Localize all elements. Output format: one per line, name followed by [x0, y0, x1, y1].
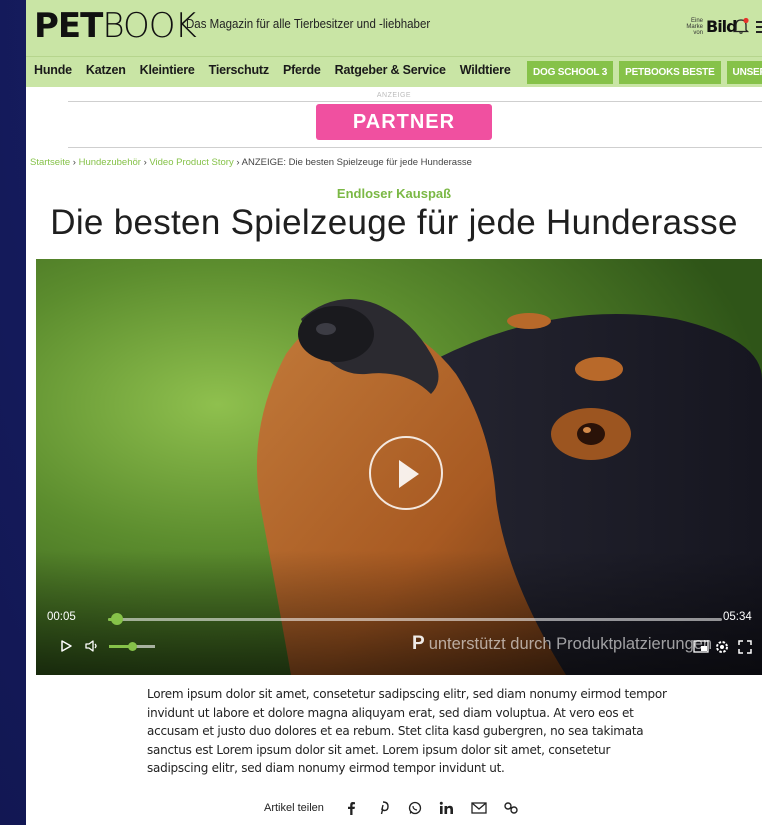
duration: 05:34 — [723, 611, 752, 623]
breadcrumb-video-product-story[interactable]: Video Product Story — [149, 157, 233, 168]
share-bar: Artikel teilen — [264, 800, 530, 816]
play-icon — [399, 460, 419, 488]
bell-icon[interactable] — [732, 17, 750, 35]
link-icon[interactable] — [498, 800, 524, 816]
facebook-icon[interactable] — [338, 800, 364, 816]
pill-petbooks-beste[interactable]: PETBOOKS BESTE — [619, 61, 721, 84]
current-time: 00:05 — [47, 611, 76, 623]
breadcrumb-separator: › — [72, 157, 76, 168]
ad-divider-top — [68, 101, 762, 102]
pill-dog-school[interactable]: DOG SCHOOL 3 — [527, 61, 614, 84]
settings-gear-icon[interactable] — [714, 639, 730, 655]
play-small-icon[interactable] — [59, 639, 73, 653]
nav-item-pferde[interactable]: Pferde — [283, 63, 321, 77]
nav-item-katzen[interactable]: Katzen — [86, 63, 126, 77]
nav-item-wildtiere[interactable]: Wildtiere — [460, 63, 511, 77]
brand-small-text: Eine Marke von — [686, 17, 703, 36]
share-label: Artikel teilen — [264, 802, 324, 814]
breadcrumb-hundezubehoer[interactable]: Hundezubehör — [79, 157, 141, 168]
partner-button[interactable]: PARTNER — [316, 104, 492, 140]
pinterest-icon[interactable] — [370, 800, 396, 816]
email-icon[interactable] — [466, 800, 492, 816]
breadcrumb-separator: › — [143, 157, 147, 168]
article-page: PETBOOK Das Magazin für alle Tierbesitze… — [26, 0, 762, 825]
bild-brand[interactable]: Eine Marke von Bild — [681, 17, 737, 36]
site-header: PETBOOK Das Magazin für alle Tierbesitze… — [26, 0, 762, 56]
menu-icon[interactable] — [756, 21, 762, 36]
ad-label: ANZEIGE — [376, 92, 412, 99]
breadcrumb-startseite[interactable]: Startseite — [30, 157, 70, 168]
nav-item-tierschutz[interactable]: Tierschutz — [209, 63, 269, 77]
article-kicker: Endloser Kauspaß — [336, 186, 452, 201]
ad-divider-bottom — [68, 147, 762, 148]
petbook-logo[interactable]: PETBOOK — [34, 6, 197, 46]
article-title: Die besten Spielzeuge für jede Hunderass… — [50, 203, 738, 242]
volume-handle[interactable] — [128, 642, 137, 651]
nav-pills: DOG SCHOOL 3 PETBOOKS BESTE UNSER TV SPO — [527, 61, 762, 84]
product-placement-notice: Punterstützt durch Produktplatzierungen — [412, 633, 712, 655]
pill-tv-spot[interactable]: UNSER TV SPO — [726, 61, 762, 84]
volume-icon[interactable] — [84, 639, 100, 653]
product-placement-mark: P — [412, 633, 425, 654]
nav-item-kleintiere[interactable]: Kleintiere — [140, 63, 195, 77]
nav-items: Hunde Katzen Kleintiere Tierschutz Pferd… — [34, 63, 525, 77]
breadcrumb: Startseite › Hundezubehör › Video Produc… — [30, 157, 472, 168]
play-button[interactable] — [369, 436, 443, 510]
breadcrumb-separator: › — [236, 157, 240, 168]
linkedin-icon[interactable] — [434, 800, 460, 816]
breadcrumb-current: ANZEIGE: Die besten Spielzeuge für jede … — [241, 157, 472, 168]
whatsapp-icon[interactable] — [402, 800, 428, 816]
site-tagline: Das Magazin für alle Tierbesitzer und -l… — [186, 17, 431, 31]
article-body: Lorem ipsum dolor sit amet, consetetur s… — [147, 687, 667, 776]
seek-bar[interactable] — [108, 618, 722, 621]
nav-item-ratgeber[interactable]: Ratgeber & Service — [335, 63, 446, 77]
product-placement-text: unterstützt durch Produktplatzierungen — [428, 635, 713, 653]
main-nav: Hunde Katzen Kleintiere Tierschutz Pferd… — [26, 56, 762, 87]
nav-item-hunde[interactable]: Hunde — [34, 63, 72, 77]
picture-in-picture-icon[interactable] — [693, 640, 709, 654]
fullscreen-icon[interactable] — [738, 640, 752, 654]
